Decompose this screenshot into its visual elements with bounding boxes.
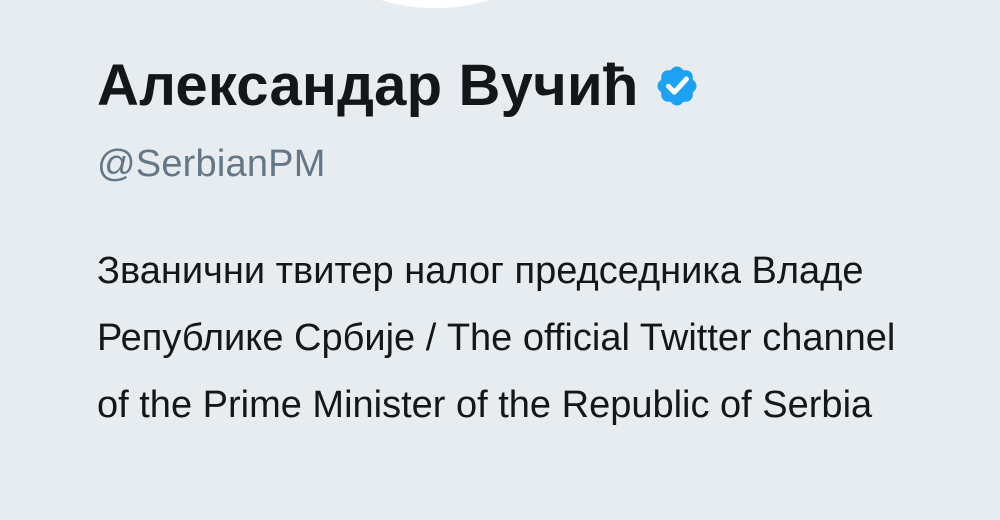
display-name[interactable]: Александар Вучић [97,57,638,115]
profile-bio: Званични твитер налог председника Владе … [97,250,896,426]
user-handle[interactable]: @SerbianPM [97,145,977,183]
avatar[interactable] [350,0,520,8]
verified-badge-icon [657,66,697,106]
name-row: Александар Вучић [97,48,977,124]
profile-header: Александар Вучић @SerbianPM Званични тви… [97,48,977,439]
